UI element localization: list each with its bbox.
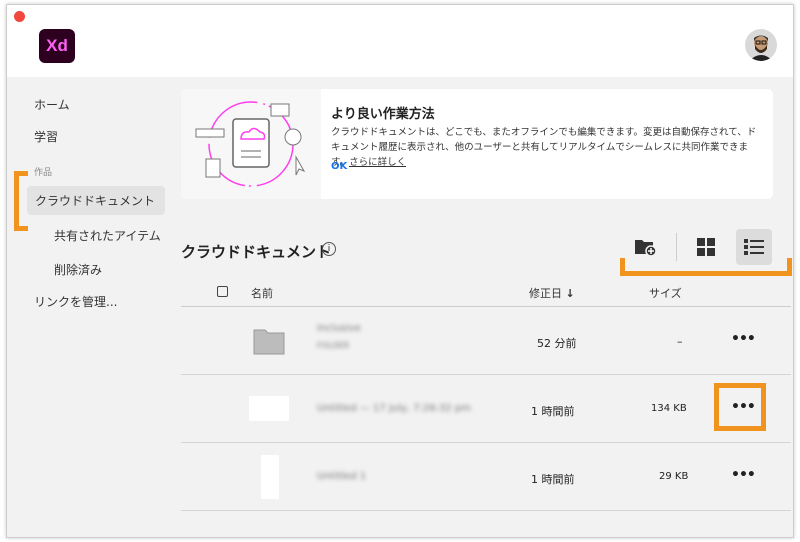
close-window-button[interactable] — [14, 11, 25, 22]
item-size: 29 KB — [659, 471, 689, 482]
sidebar-item-manage-links[interactable]: リンクを管理... — [34, 293, 117, 310]
list-icon — [744, 239, 764, 255]
toolbar-divider — [676, 233, 677, 261]
grid-icon — [697, 238, 715, 256]
banner-title: より良い作業方法 — [331, 107, 435, 122]
item-modified: 52 分前 — [537, 337, 577, 350]
avatar[interactable] — [745, 29, 777, 61]
folder-icon — [253, 329, 285, 355]
item-modified: 1 時間前 — [531, 405, 575, 418]
more-options-button[interactable]: ••• — [731, 331, 756, 347]
sort-arrow-icon: ↓ — [565, 287, 575, 300]
item-size: 134 KB — [651, 403, 687, 414]
table-row[interactable]: Untitled 1 1 時間前 29 KB ••• — [181, 443, 791, 511]
highlight-toolbar-bracket — [620, 258, 792, 276]
info-icon[interactable]: i — [322, 242, 336, 256]
column-modified-label: 修正日 — [529, 287, 562, 300]
column-modified[interactable]: 修正日 ↓ — [529, 285, 575, 301]
sidebar-item-home[interactable]: ホーム — [34, 96, 70, 113]
item-name[interactable]: Untitled — 17 July, 7:26:32 pm — [317, 403, 471, 414]
table-row[interactable]: Inclusive FOLDER 52 分前 – ••• — [181, 307, 791, 375]
item-modified: 1 時間前 — [531, 473, 575, 486]
xd-logo: Xd — [39, 29, 75, 63]
page-title: クラウドドキュメント — [181, 243, 332, 261]
sidebar-item-deleted[interactable]: 削除済み — [54, 261, 102, 278]
title-bar: Xd — [7, 5, 793, 77]
item-type: FOLDER — [317, 341, 350, 350]
highlight-more-options — [714, 383, 766, 431]
sidebar-item-cloud-documents[interactable]: クラウドドキュメント — [27, 186, 165, 215]
new-folder-icon — [635, 240, 656, 257]
info-banner: より良い作業方法 クラウドドキュメントは、どこでも、またオフラインでも編集できま… — [181, 89, 773, 199]
sidebar-section-label: 作品 — [34, 168, 53, 178]
document-thumbnail — [261, 455, 279, 499]
column-name[interactable]: 名前 — [251, 285, 273, 301]
column-size[interactable]: サイズ — [649, 285, 682, 301]
sidebar-item-shared[interactable]: 共有されたアイテム — [54, 227, 161, 244]
item-name[interactable]: Untitled 1 — [317, 471, 366, 482]
more-options-button[interactable]: ••• — [731, 467, 756, 483]
sidebar: ホーム 学習 作品 クラウドドキュメント 共有されたアイテム 削除済み リンクを… — [7, 77, 177, 537]
table-row[interactable]: Untitled — 17 July, 7:26:32 pm 1 時間前 134… — [181, 375, 791, 443]
sidebar-item-learn[interactable]: 学習 — [34, 128, 58, 145]
highlight-sidebar-bracket — [14, 171, 28, 231]
banner-ok-button[interactable]: OK — [331, 161, 347, 172]
cloud-collaboration-illustration — [181, 89, 321, 199]
learn-more-link[interactable]: さらに詳しく — [349, 157, 406, 168]
select-all-checkbox[interactable] — [217, 286, 228, 297]
banner-text: クラウドドキュメントは、どこでも、またオフラインでも編集できます。変更は自動保存… — [331, 125, 761, 170]
document-thumbnail — [249, 396, 289, 421]
item-name[interactable]: Inclusive — [317, 323, 361, 334]
item-size: – — [677, 335, 683, 348]
table-header: 名前 修正日 ↓ サイズ — [181, 285, 791, 307]
